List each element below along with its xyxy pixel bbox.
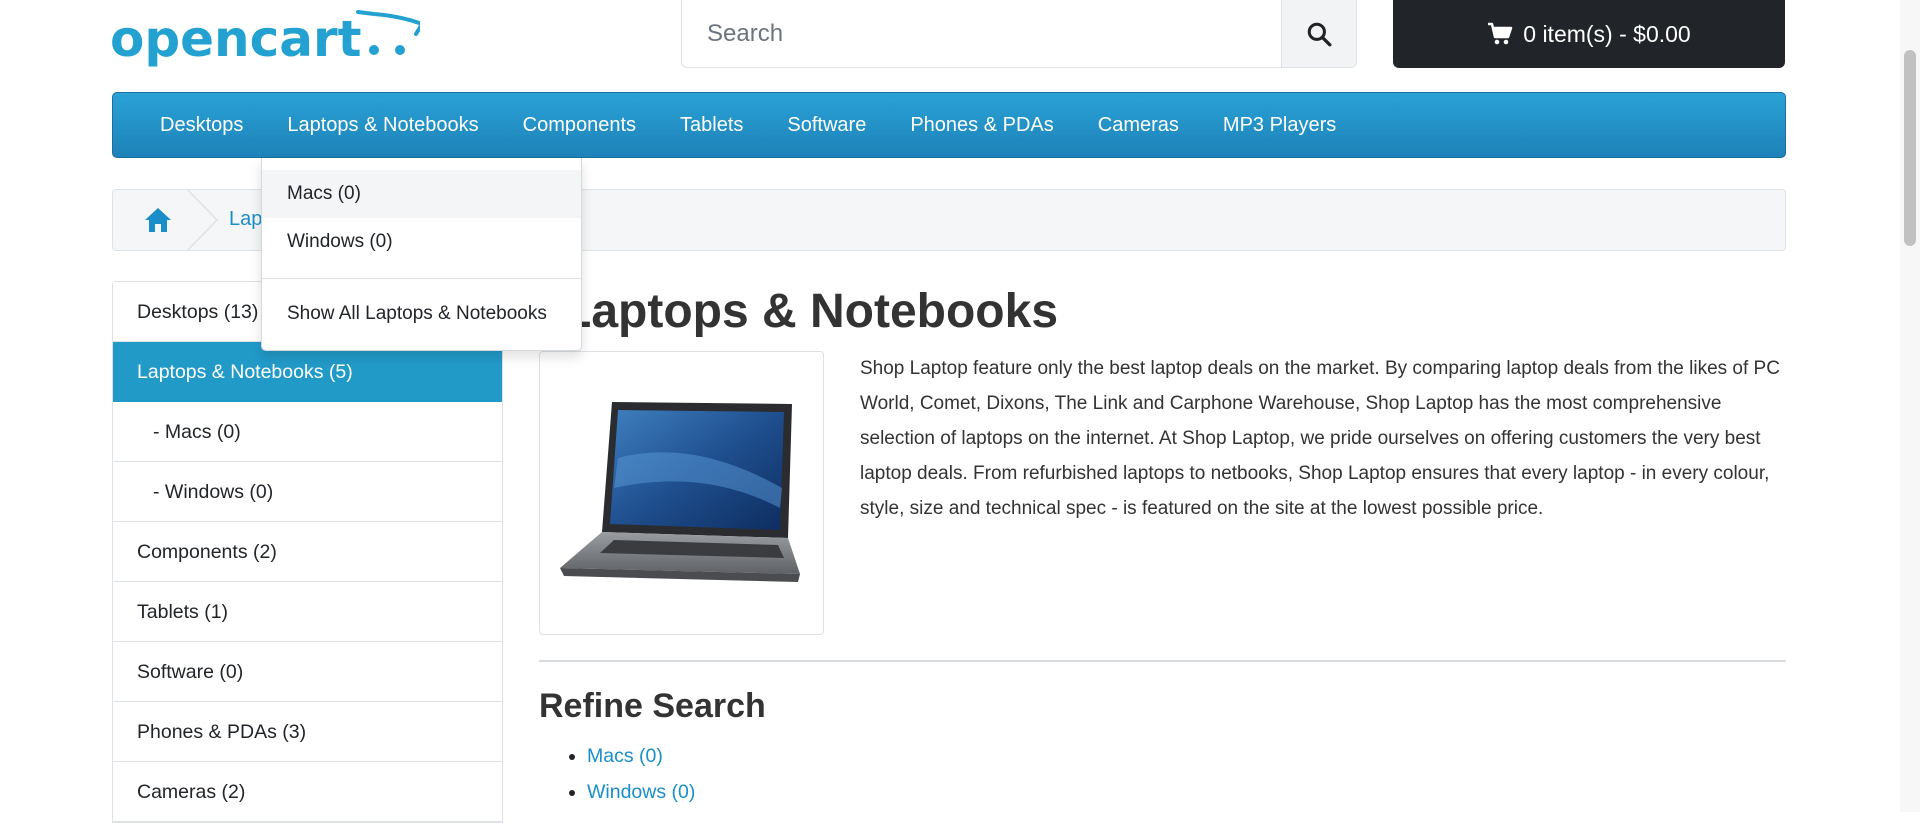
search-bar: [681, 0, 1357, 68]
dropdown-item-windows[interactable]: Windows (0): [262, 218, 581, 266]
breadcrumb-separator: [187, 189, 219, 251]
menu-item-mp3-players[interactable]: MP3 Players: [1223, 93, 1336, 157]
cart-icon: [1488, 22, 1513, 45]
dropdown-item-macs[interactable]: Macs (0): [262, 170, 581, 218]
sidebar-item-tablets[interactable]: Tablets (1): [113, 582, 502, 642]
menu-item-components[interactable]: Components: [523, 93, 636, 157]
sidebar-item-cameras[interactable]: Cameras (2): [113, 762, 502, 822]
opencart-logo[interactable]: opencart: [110, 4, 425, 70]
main-menu: Desktops Laptops & Notebooks Components …: [112, 92, 1786, 158]
sidebar-item-macs[interactable]: - Macs (0): [113, 402, 502, 462]
refine-search-title: Refine Search: [539, 687, 766, 725]
menu-item-phones-pdas[interactable]: Phones & PDAs: [910, 93, 1053, 157]
sidebar-item-components[interactable]: Components (2): [113, 522, 502, 582]
menu-item-desktops[interactable]: Desktops: [160, 93, 243, 157]
menu-item-cameras[interactable]: Cameras: [1098, 93, 1179, 157]
category-sidebar: Desktops (13) Laptops & Notebooks (5) - …: [112, 281, 503, 823]
category-description: Shop Laptop feature only the best laptop…: [860, 358, 1780, 519]
page-title: Laptops & Notebooks: [562, 285, 1059, 338]
search-button[interactable]: [1281, 0, 1356, 67]
refine-link-macs[interactable]: Macs (0): [587, 745, 663, 767]
laptops-dropdown-menu: Macs (0) Windows (0) Show All Laptops & …: [261, 158, 582, 351]
cart-button[interactable]: 0 item(s) - $0.00: [1393, 0, 1785, 68]
menu-item-software[interactable]: Software: [787, 93, 866, 157]
laptop-image: [560, 402, 800, 582]
dropdown-divider: [262, 278, 581, 279]
home-icon[interactable]: [143, 206, 173, 234]
sidebar-item-laptops-notebooks[interactable]: Laptops & Notebooks (5): [113, 342, 502, 402]
menu-item-tablets[interactable]: Tablets: [680, 93, 743, 157]
page-scrollbar[interactable]: [1900, 0, 1920, 812]
cart-label: 0 item(s) - $0.00: [1523, 20, 1691, 47]
scrollbar-thumb[interactable]: [1904, 50, 1916, 246]
content-divider: [539, 660, 1786, 662]
category-image[interactable]: [539, 351, 824, 635]
search-input[interactable]: [682, 0, 1284, 67]
refine-link-windows[interactable]: Windows (0): [587, 781, 695, 803]
refine-list-item: Macs (0): [587, 738, 695, 774]
sidebar-item-windows[interactable]: - Windows (0): [113, 462, 502, 522]
opencart-logo-mark: opencart: [110, 10, 425, 68]
logo-text: opencart: [110, 10, 362, 68]
refine-list-item: Windows (0): [587, 774, 695, 810]
refine-search-list: Macs (0) Windows (0): [539, 738, 695, 810]
search-icon: [1307, 22, 1332, 46]
dropdown-show-all[interactable]: Show All Laptops & Notebooks: [262, 290, 581, 338]
menu-item-laptops-notebooks[interactable]: Laptops & Notebooks: [287, 93, 478, 157]
sidebar-item-phones-pdas[interactable]: Phones & PDAs (3): [113, 702, 502, 762]
sidebar-item-software[interactable]: Software (0): [113, 642, 502, 702]
